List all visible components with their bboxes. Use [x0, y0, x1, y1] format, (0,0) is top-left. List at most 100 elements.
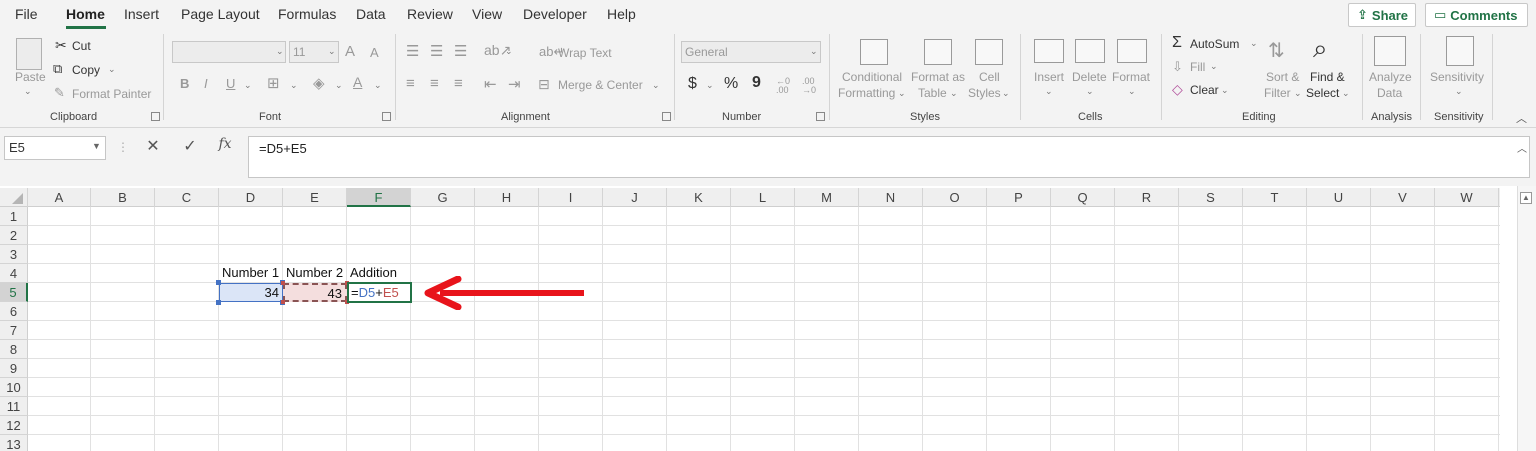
number-format-dropdown-icon[interactable]: ⌄ [810, 46, 818, 57]
menu-developer[interactable]: Developer [523, 6, 587, 22]
menu-insert[interactable]: Insert [124, 6, 159, 22]
conditional-formatting-button[interactable]: Conditional [842, 70, 902, 84]
column-header-N[interactable]: N [859, 188, 923, 207]
font-color-dropdown-icon[interactable]: ⌄ [374, 80, 382, 91]
fill-button[interactable]: Fill [1190, 60, 1205, 74]
column-header-R[interactable]: R [1115, 188, 1179, 207]
column-header-B[interactable]: B [91, 188, 155, 207]
cell-styles-icon[interactable] [975, 39, 1003, 65]
font-color-button[interactable]: A [353, 74, 362, 90]
row-header-3[interactable]: 3 [0, 245, 28, 264]
row-header-10[interactable]: 10 [0, 378, 28, 397]
autosum-button[interactable]: AutoSum [1190, 37, 1239, 51]
format-cells-button[interactable]: Format [1112, 70, 1150, 84]
italic-button[interactable]: I [204, 76, 208, 91]
cell-styles-button[interactable]: Cell [979, 70, 1000, 84]
cell-D4[interactable]: Number 1 [219, 264, 283, 283]
row-header-7[interactable]: 7 [0, 321, 28, 340]
currency-dropdown-icon[interactable]: ⌄ [706, 80, 714, 91]
expand-formula-bar-icon[interactable]: ︿ [1517, 140, 1527, 155]
decrease-decimal-button[interactable]: .00 →0 [802, 77, 822, 95]
cell-E5[interactable]: 43 [283, 283, 347, 302]
column-header-T[interactable]: T [1243, 188, 1307, 207]
delete-dropdown-icon[interactable]: ⌄ [1086, 86, 1094, 97]
column-header-G[interactable]: G [411, 188, 475, 207]
confirm-entry-icon[interactable]: ✓ [177, 136, 203, 160]
insert-dropdown-icon[interactable]: ⌄ [1045, 86, 1053, 97]
analyze-data-icon[interactable] [1374, 36, 1406, 66]
shrink-font-button[interactable]: A [370, 45, 379, 60]
align-center-icon[interactable]: ≡ [430, 75, 439, 92]
column-header-P[interactable]: P [987, 188, 1051, 207]
formula-input[interactable]: =D5+E5 [248, 136, 1530, 178]
row-header-9[interactable]: 9 [0, 359, 28, 378]
borders-icon[interactable]: ⊞ [267, 74, 280, 92]
cut-button[interactable]: Cut [72, 39, 91, 53]
menu-view[interactable]: View [472, 6, 502, 22]
cell-D5[interactable]: 34 [219, 283, 283, 302]
format-painter-button[interactable]: Format Painter [72, 87, 151, 101]
cell-E4[interactable]: Number 2 [283, 264, 347, 283]
format-cells-icon[interactable] [1117, 39, 1147, 63]
name-box[interactable]: E5 [4, 136, 106, 160]
sensitivity-icon[interactable] [1446, 36, 1474, 66]
increase-indent-icon[interactable]: ⇥ [508, 75, 521, 93]
column-header-U[interactable]: U [1307, 188, 1371, 207]
row-header-13[interactable]: 13 [0, 435, 28, 451]
wrap-text-button[interactable]: Wrap Text [558, 46, 612, 60]
menu-home[interactable]: Home [66, 6, 105, 22]
insert-function-button[interactable]: fx [212, 136, 238, 160]
copy-button[interactable]: Copy [72, 63, 100, 77]
align-right-icon[interactable]: ≡ [454, 75, 463, 92]
conditional-formatting-dropdown-icon[interactable]: ⌄ [898, 88, 906, 99]
font-size-dropdown-icon[interactable]: ⌄ [328, 46, 336, 57]
column-header-D[interactable]: D [219, 188, 283, 207]
find-select-button[interactable]: Find & [1310, 70, 1345, 84]
fill-dropdown-icon[interactable]: ⌄ [1210, 61, 1218, 72]
cancel-entry-icon[interactable]: ✕ [140, 136, 166, 160]
row-header-2[interactable]: 2 [0, 226, 28, 245]
vertical-scrollbar[interactable] [1517, 186, 1536, 451]
merge-center-button[interactable]: Merge & Center [558, 78, 643, 92]
column-header-S[interactable]: S [1179, 188, 1243, 207]
insert-cells-icon[interactable] [1034, 39, 1064, 63]
font-name-combo[interactable] [172, 41, 286, 63]
decrease-indent-icon[interactable]: ⇤ [484, 75, 497, 93]
autosum-dropdown-icon[interactable]: ⌄ [1250, 38, 1258, 49]
row-header-4[interactable]: 4 [0, 264, 28, 283]
underline-dropdown-icon[interactable]: ⌄ [244, 80, 252, 91]
menu-page-layout[interactable]: Page Layout [181, 6, 260, 22]
borders-dropdown-icon[interactable]: ⌄ [290, 80, 298, 91]
column-header-W[interactable]: W [1435, 188, 1499, 207]
orientation-dropdown-icon[interactable]: ⌄ [505, 46, 513, 57]
column-header-Q[interactable]: Q [1051, 188, 1115, 207]
menu-data[interactable]: Data [356, 6, 386, 22]
format-dropdown-icon[interactable]: ⌄ [1128, 86, 1136, 97]
sensitivity-dropdown-icon[interactable]: ⌄ [1455, 86, 1463, 97]
fill-color-dropdown-icon[interactable]: ⌄ [335, 80, 343, 91]
scroll-up-icon[interactable]: ▲ [1520, 192, 1532, 204]
align-bottom-icon[interactable]: ☰ [454, 42, 467, 60]
row-header-12[interactable]: 12 [0, 416, 28, 435]
copy-dropdown-icon[interactable]: ⌄ [108, 64, 116, 75]
collapse-ribbon-icon[interactable]: ︿ [1516, 110, 1527, 126]
column-header-L[interactable]: L [731, 188, 795, 207]
underline-button[interactable]: U [226, 76, 235, 91]
menu-review[interactable]: Review [407, 6, 453, 22]
column-header-F[interactable]: F [347, 188, 411, 207]
currency-button[interactable]: $ [688, 75, 697, 93]
number-launcher-icon[interactable] [816, 112, 825, 121]
find-select-dropdown-icon[interactable]: ⌄ [1342, 88, 1350, 99]
font-name-dropdown-icon[interactable]: ⌄ [276, 46, 284, 57]
column-header-V[interactable]: V [1371, 188, 1435, 207]
delete-cells-button[interactable]: Delete [1072, 70, 1107, 84]
format-as-table-button[interactable]: Format as [911, 70, 965, 84]
fill-color-icon[interactable]: ◈ [313, 74, 325, 92]
percent-button[interactable]: % [724, 75, 738, 93]
conditional-formatting-icon[interactable] [860, 39, 888, 65]
increase-decimal-button[interactable]: ←0 .00 [776, 77, 796, 95]
row-header-6[interactable]: 6 [0, 302, 28, 321]
merge-dropdown-icon[interactable]: ⌄ [652, 80, 660, 91]
cell-F4[interactable]: Addition [347, 264, 411, 283]
insert-cells-button[interactable]: Insert [1034, 70, 1064, 84]
